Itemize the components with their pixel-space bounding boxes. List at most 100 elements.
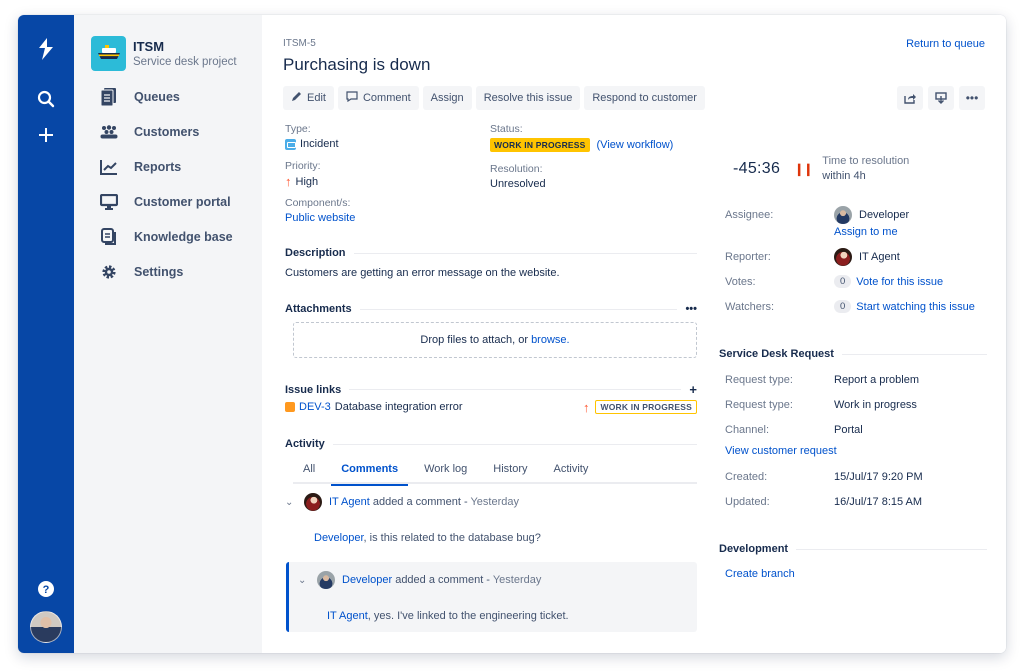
priority-high-icon: ↑ [582,399,590,415]
issue-toolbar: Edit Comment Assign Resolve this issue R… [283,86,705,110]
respond-to-customer-button[interactable]: Respond to customer [584,86,705,110]
svg-text:?: ? [43,584,50,596]
issue-key[interactable]: ITSM-5 [283,38,316,49]
component-link[interactable]: Public website [285,212,355,224]
comment-author[interactable]: Developer [342,574,392,586]
comment-icon [346,91,358,105]
help-icon[interactable]: ? [30,573,62,605]
avatar [317,571,335,589]
comment-time: Yesterday [470,496,519,508]
share-icon[interactable] [897,86,923,110]
assign-button[interactable]: Assign [422,86,472,110]
updated-row: Updated: 16/Jul/17 8:15 AM [725,496,923,508]
edit-button[interactable]: Edit [283,86,334,110]
customer-portal-icon [99,192,119,212]
reporter-value[interactable]: IT Agent [859,251,900,263]
tab-activity[interactable]: Activity [544,463,599,484]
tab-history[interactable]: History [483,463,537,484]
type-field: Type: Incident [285,123,339,150]
create-branch-link[interactable]: Create branch [725,568,795,580]
export-icon[interactable] [928,86,954,110]
reports-icon [99,157,119,177]
description-text[interactable]: Customers are getting an error message o… [285,267,560,279]
vote-link[interactable]: Vote for this issue [856,276,943,288]
search-icon[interactable] [30,83,62,115]
mention-link[interactable]: Developer [314,532,364,544]
attachments-more-icon[interactable]: ••• [685,303,697,315]
sidebar-item-label: Settings [134,264,184,279]
chevron-down-icon[interactable]: ⌄ [285,497,297,508]
service-desk-request-heading: Service Desk Request [719,348,987,360]
linked-issue-key[interactable]: DEV-3 [299,401,331,413]
queues-icon [99,87,119,107]
return-to-queue-link[interactable]: Return to queue [906,38,985,50]
comment-author[interactable]: IT Agent [329,496,370,508]
status-field: Status: WORK IN PROGRESS (View workflow) [490,123,673,152]
project-type: Service desk project [133,56,237,68]
sidebar-item-label: Knowledge base [134,229,233,244]
avatar [834,206,852,224]
tab-work-log[interactable]: Work log [414,463,477,484]
avatar [304,493,322,511]
sidebar-item-queues[interactable]: Queues [74,79,262,114]
ship-icon [91,36,126,71]
assignee-row: Assignee: Developer [725,206,995,224]
request-status-value: Work in progress [834,399,917,411]
watch-link[interactable]: Start watching this issue [856,301,975,313]
comment-body: IT Agent, yes. I've linked to the engine… [327,610,569,622]
resolution-label: Resolution: [490,163,543,175]
created-row: Created: 15/Jul/17 9:20 PM [725,471,923,483]
sla-label: Time to resolution [822,155,910,167]
request-status-row: Request type: Work in progress [725,399,917,411]
comment-item: ⌄ IT Agent added a comment - Yesterday D… [285,493,697,544]
resolution-value: Unresolved [490,178,546,190]
customers-icon [99,122,119,142]
assignee-value[interactable]: Developer [859,209,909,221]
type-value: Incident [300,138,339,150]
browse-link[interactable]: browse. [531,334,570,346]
priority-value: High [295,175,319,188]
resolution-field: Resolution: Unresolved [490,163,546,190]
comment-body: Developer, is this related to the databa… [314,532,541,544]
development-heading: Development [719,543,987,555]
create-icon[interactable] [30,119,62,151]
view-workflow-link[interactable]: (View workflow) [597,139,674,151]
priority-field: Priority: ↑ High [285,160,321,188]
assign-to-me-link[interactable]: Assign to me [834,226,898,238]
request-type-row: Request type: Report a problem [725,374,919,386]
reporter-row: Reporter: IT Agent [725,248,995,266]
resolve-issue-button[interactable]: Resolve this issue [475,86,581,110]
knowledge-base-icon [99,227,119,247]
mention-link[interactable]: IT Agent [327,610,368,622]
user-avatar[interactable] [30,611,62,643]
project-header[interactable]: ITSM Service desk project [91,36,262,71]
view-customer-request-link[interactable]: View customer request [725,445,837,457]
sla-timer: -45:36 ❙❙ Time to resolution within 4h [733,154,909,184]
channel-value: Portal [834,424,863,436]
tab-all[interactable]: All [293,463,325,484]
jira-service-desk-logo-icon[interactable] [30,33,62,65]
type-label: Type: [285,123,311,135]
created-value: 15/Jul/17 9:20 PM [834,471,923,483]
sidebar-item-knowledge-base[interactable]: Knowledge base [74,219,262,254]
add-link-icon[interactable]: + [689,382,697,397]
chevron-down-icon[interactable]: ⌄ [298,575,310,586]
bug-icon [285,402,295,412]
updated-value: 16/Jul/17 8:15 AM [834,496,923,508]
sidebar-item-settings[interactable]: Settings [74,254,262,289]
sidebar-item-reports[interactable]: Reports [74,149,262,184]
status-label: Status: [490,123,523,135]
attachments-heading: Attachments ••• [285,303,697,315]
more-icon[interactable]: ••• [959,86,985,110]
pause-icon: ❙❙ [794,162,813,176]
sla-time: -45:36 [733,160,781,177]
incident-icon [285,138,296,150]
status-lozenge[interactable]: WORK IN PROGRESS [490,138,590,152]
watchers-count: 0 [834,300,852,313]
attachment-dropzone[interactable]: Drop files to attach, or browse. [293,322,697,358]
tab-comments[interactable]: Comments [331,463,408,486]
sidebar-item-customer-portal[interactable]: Customer portal [74,184,262,219]
comment-button[interactable]: Comment [337,86,419,110]
sidebar-item-customers[interactable]: Customers [74,114,262,149]
issue-view: ITSM-5 Return to queue Purchasing is dow… [262,15,1006,653]
